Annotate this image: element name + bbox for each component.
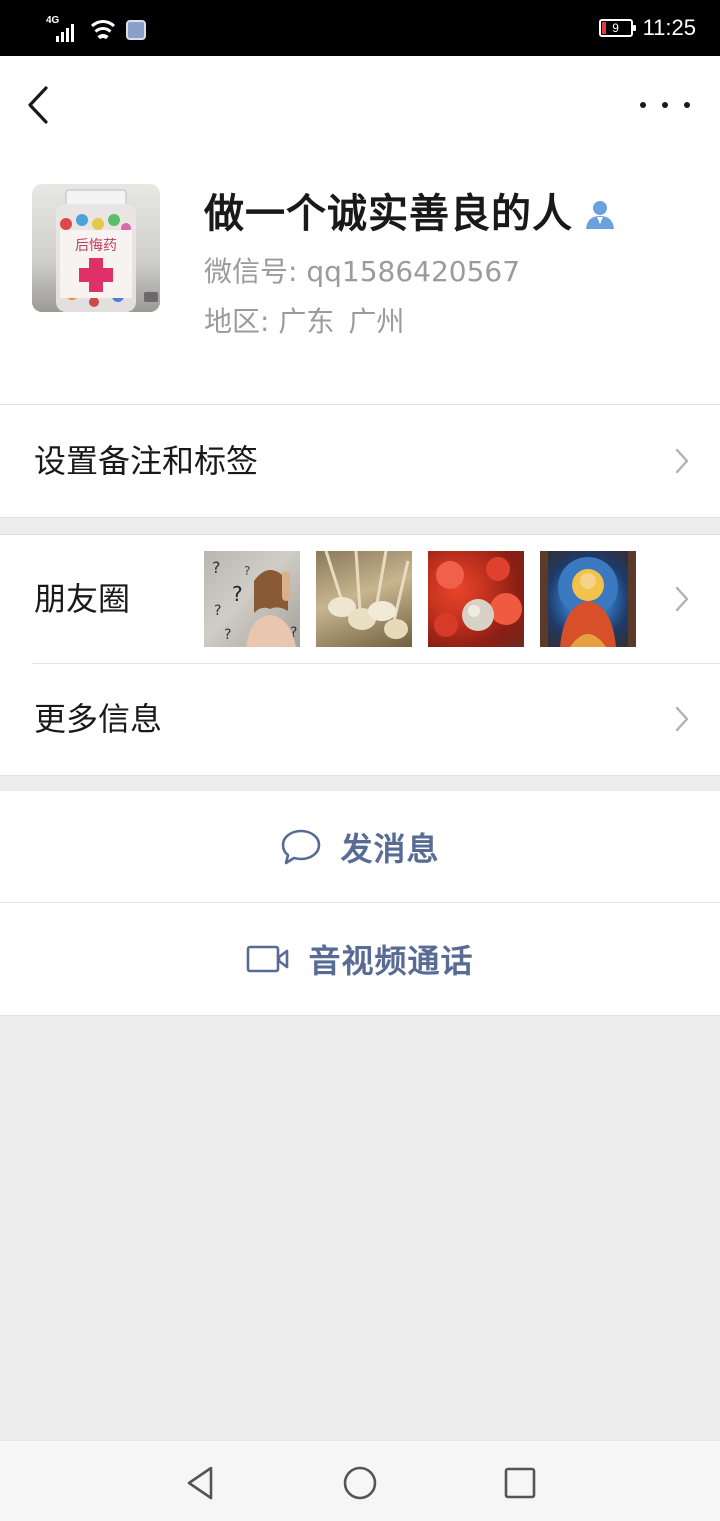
wechat-id: 微信号: qq1586420567: [204, 255, 521, 288]
chevron-right-icon: [675, 448, 689, 474]
svg-text:?: ?: [212, 558, 221, 577]
back-button[interactable]: [18, 80, 62, 130]
more-info-row[interactable]: 更多信息: [0, 663, 720, 775]
moments-thumb-2: [316, 551, 412, 647]
region: 地区: 广东 广州: [204, 302, 404, 342]
video-call-label: 音视频通话: [308, 942, 474, 980]
nav-home-button[interactable]: [340, 1463, 380, 1503]
wifi-icon: [88, 18, 118, 42]
svg-text:后悔药: 后悔药: [75, 238, 117, 254]
svg-text:?: ?: [244, 564, 250, 578]
moments-label: 朋友圈: [34, 580, 131, 618]
status-bar: 4G 9 11:25: [0, 0, 720, 56]
back-chevron-icon: [28, 86, 48, 124]
moments-thumbnails: ? ? ? ? ? ?: [204, 551, 636, 647]
contact-person-icon: [586, 201, 614, 229]
top-nav-bar: [0, 56, 720, 156]
send-message-label: 发消息: [340, 830, 440, 868]
more-info-label: 更多信息: [34, 700, 163, 738]
moments-thumb-3: [428, 551, 524, 647]
battery-level: 9: [612, 21, 619, 35]
remark-tags-row[interactable]: 设置备注和标签: [0, 405, 720, 517]
nav-home-circle-icon: [343, 1466, 377, 1500]
nav-recents-square-icon: [504, 1467, 536, 1499]
remark-card: 设置备注和标签: [0, 405, 720, 518]
profile-header: 后悔药 做一个诚实善良的人 微信号: qq1586420567 地区: 广东 广州: [0, 156, 720, 405]
nav-recents-button[interactable]: [500, 1463, 540, 1503]
video-call-button[interactable]: 音视频通话: [0, 903, 720, 1016]
region-city: 广州: [348, 305, 405, 338]
notification-app-icon: [126, 20, 146, 40]
region-province: 广东: [278, 305, 335, 338]
name-row: 做一个诚实善良的人: [204, 186, 617, 242]
contact-name: 做一个诚实善良的人: [204, 191, 573, 237]
clock: 11:25: [642, 15, 696, 40]
avatar[interactable]: 后悔药: [32, 184, 160, 312]
svg-text:?: ?: [224, 627, 231, 643]
svg-text:?: ?: [232, 582, 243, 606]
status-right: 9 11:25: [598, 12, 696, 44]
cellular-signal-icon: 4G: [46, 16, 80, 42]
remark-tags-label: 设置备注和标签: [34, 442, 259, 480]
info-card: 朋友圈 ? ? ? ? ? ? 更多信息: [0, 534, 720, 776]
moments-thumb-1: ? ? ? ? ? ?: [204, 551, 300, 647]
system-nav-bar: [0, 1440, 720, 1521]
nav-back-button[interactable]: [180, 1463, 220, 1503]
chevron-right-icon: [675, 706, 689, 732]
send-message-button[interactable]: 发消息: [0, 791, 720, 903]
chevron-right-icon: [675, 586, 689, 612]
region-label: 地区:: [204, 305, 270, 338]
moments-thumb-4: [540, 551, 636, 647]
svg-text:?: ?: [214, 603, 221, 619]
moments-row[interactable]: 朋友圈 ? ? ? ? ? ?: [0, 535, 720, 663]
status-left: 4G: [46, 14, 146, 42]
more-dots-icon: [640, 102, 690, 108]
battery-icon: 9: [598, 19, 636, 37]
video-camera-icon: [247, 945, 289, 973]
chat-bubble-icon: [282, 829, 321, 865]
more-options-button[interactable]: [640, 88, 690, 122]
nav-back-triangle-icon: [187, 1466, 213, 1500]
avatar-image: 后悔药: [56, 189, 158, 312]
